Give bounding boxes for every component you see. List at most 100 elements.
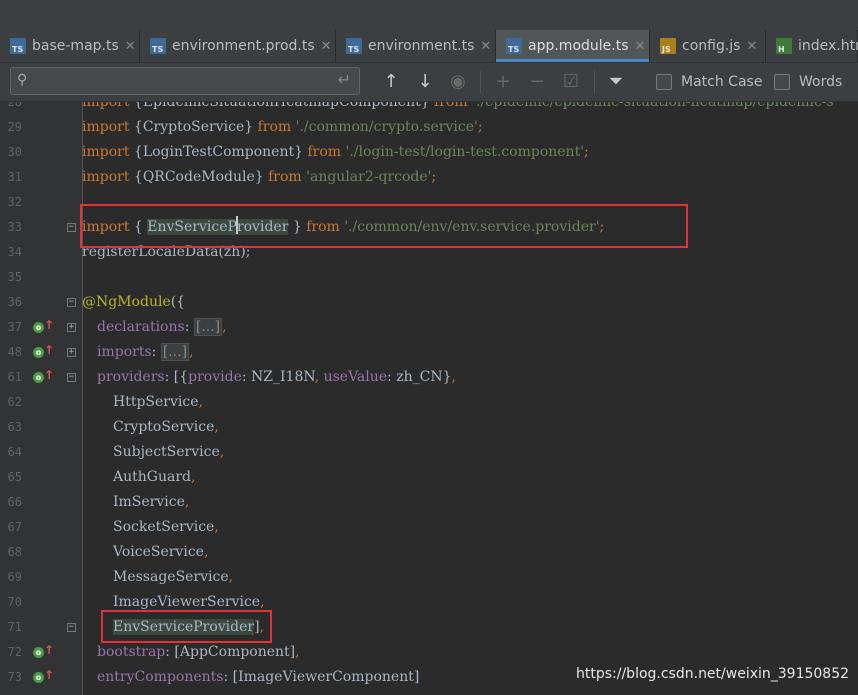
override-method-icon[interactable]: o ↑ [33,668,54,684]
search-input[interactable] [41,71,335,93]
override-method-icon[interactable]: o ↑ [33,343,54,359]
select-all-occurrences-icon[interactable]: ☑ [560,71,582,93]
code-line: 37 o ↑ + declarations: [...], [0,315,858,340]
line-number: 36 [7,295,22,309]
line-code: AuthGuard, [113,469,196,485]
line-code: SocketService, [113,519,219,535]
tab-label: index.htm [798,38,858,54]
line-code: @NgModule({ [82,294,186,310]
line-number: 31 [7,170,22,184]
line-number: 30 [7,145,22,159]
code-line: 68 VoiceService, [0,540,858,565]
tab-index-html[interactable]: H index.htm [766,30,858,62]
expand-fold-toggle[interactable]: + [67,323,76,332]
line-number: 28 [7,102,22,109]
code-line: 65 AuthGuard, [0,465,858,490]
fold-toggle[interactable]: − [67,298,76,307]
line-number: 33 [7,220,22,234]
filter-icon[interactable]: ⏷ [605,71,627,93]
expand-fold-toggle[interactable]: + [67,348,76,357]
code-line: 48 o ↑ + imports: [...], [0,340,858,365]
html-file-icon: H [776,38,792,54]
code-line: 63 CryptoService, [0,415,858,440]
line-code: import {QRCodeModule} from 'angular2-qrc… [82,169,437,185]
remove-selection-icon[interactable]: − [526,71,548,93]
line-number: 70 [7,595,22,609]
line-number: 37 [7,320,22,334]
enter-icon[interactable]: ↵ [338,70,351,89]
override-method-icon[interactable]: o ↑ [33,368,54,384]
previous-occurrence-icon[interactable]: ↑ [380,71,402,93]
code-editor[interactable]: 28 import {EpidemicSituationHeatmapCompo… [0,102,858,695]
line-code: SubjectService, [113,444,225,460]
tab-label: app.module.ts [528,38,629,54]
tab-app-module-ts[interactable]: TS app.module.ts ✕ [496,30,650,62]
override-method-icon[interactable]: o ↑ [33,643,54,659]
line-number: 72 [7,645,22,659]
folded-region[interactable]: [...] [160,343,190,361]
words-checkbox[interactable] [774,74,790,90]
window-top-strip [0,0,858,30]
line-code: entryComponents: [ImageViewerComponent] [97,669,420,685]
close-icon[interactable]: ✕ [746,39,757,54]
close-icon[interactable]: ✕ [635,39,646,54]
code-line: 67 SocketService, [0,515,858,540]
line-number: 66 [7,495,22,509]
code-line: 72 o ↑ bootstrap: [AppComponent], [0,640,858,665]
code-line: 36 − @NgModule({ [0,290,858,315]
close-icon[interactable]: ✕ [480,39,491,54]
match-case-option[interactable]: Match Case [656,72,762,92]
code-line: 28 import {EpidemicSituationHeatmapCompo… [0,102,858,115]
line-code: ImService, [113,494,190,510]
annotation-box-provider [101,610,272,643]
line-number: 67 [7,520,22,534]
line-number: 48 [7,345,22,359]
match-case-label: Match Case [681,74,763,90]
line-number: 69 [7,570,22,584]
close-icon[interactable]: ✕ [125,39,136,54]
match-case-checkbox[interactable] [656,74,672,90]
code-line: 66 ImService, [0,490,858,515]
line-code: imports: [...], [97,343,194,361]
line-code: CryptoService, [113,419,219,435]
line-number: 34 [7,245,22,259]
typescript-file-icon: TS [506,38,522,54]
tab-config-js[interactable]: JS config.js ✕ [650,30,766,62]
line-code: import {EpidemicSituationHeatmapComponen… [82,102,834,110]
line-code: MessageService, [113,569,234,585]
toolbar-divider [480,71,481,93]
code-line: 62 HttpService, [0,390,858,415]
code-line: 30 import {LoginTestComponent} from './l… [0,140,858,165]
code-line: 29 import {CryptoService} from './common… [0,115,858,140]
override-method-icon[interactable]: o ↑ [33,318,54,334]
fold-toggle[interactable]: − [67,223,76,232]
add-selection-icon[interactable]: + [492,71,514,93]
fold-toggle[interactable]: − [67,373,76,382]
close-icon[interactable]: ✕ [321,39,332,54]
search-box[interactable]: ⚲ ↵ [10,67,360,95]
fold-toggle[interactable]: − [67,623,76,632]
line-number: 61 [7,370,22,384]
code-line: 61 o ↑ − providers: [{provide: NZ_I18N, u… [0,365,858,390]
line-number: 63 [7,420,22,434]
code-line: 69 MessageService, [0,565,858,590]
tab-base-map-ts[interactable]: TS base-map.ts ✕ [0,30,140,62]
annotation-box-import [80,204,688,248]
find-all-icon[interactable]: ◉ [447,71,469,93]
words-label: Words [799,74,843,90]
words-option[interactable]: Words [774,72,842,92]
line-number: 62 [7,395,22,409]
next-occurrence-icon[interactable]: ↓ [414,71,436,93]
line-code: providers: [{provide: NZ_I18N, useValue:… [97,369,456,385]
tab-label: config.js [682,38,741,54]
tab-environment-prod-ts[interactable]: TS environment.prod.ts ✕ [140,30,336,62]
folded-region[interactable]: [...] [193,318,223,336]
typescript-file-icon: TS [346,38,362,54]
watermark: https://blog.csdn.net/weixin_39150852 [576,666,850,682]
tab-environment-ts[interactable]: TS environment.ts ✕ [336,30,496,62]
find-toolbar: ⚲ ↵ ↑ ↓ ◉ + − ☑ ⏷ Match Case Words [0,63,858,102]
tab-label: base-map.ts [32,38,119,54]
search-icon[interactable]: ⚲ [17,72,27,88]
line-code: HttpService, [113,394,203,410]
typescript-file-icon: TS [10,38,26,54]
